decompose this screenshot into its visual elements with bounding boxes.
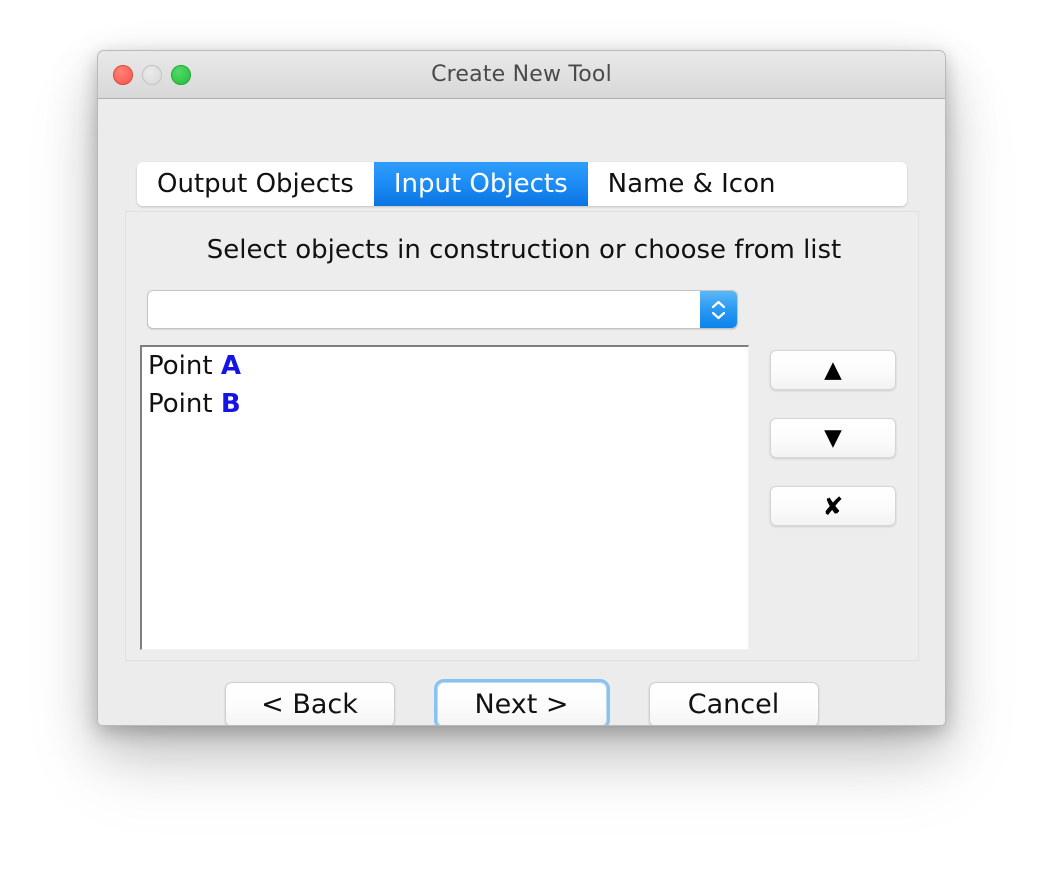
- object-combo-box[interactable]: [147, 290, 738, 329]
- tab-name-and-icon[interactable]: Name & Icon: [587, 162, 796, 206]
- chevron-up-down-icon[interactable]: [700, 291, 737, 328]
- dialog-footer: < Back Next > Cancel: [98, 679, 945, 725]
- screen: Create New Tool Output Objects Input Obj…: [0, 0, 1042, 876]
- tab-input-objects[interactable]: Input Objects: [373, 162, 588, 206]
- window-title: Create New Tool: [431, 62, 612, 87]
- selected-objects-list[interactable]: Point A Point B: [140, 345, 749, 650]
- input-objects-panel: Select objects in construction or choose…: [125, 211, 919, 661]
- window-titlebar: Create New Tool: [98, 51, 945, 99]
- instruction-label: Select objects in construction or choose…: [206, 235, 842, 265]
- remove-button[interactable]: ✘: [770, 486, 896, 526]
- x-mark-icon: ✘: [822, 491, 844, 521]
- list-item[interactable]: Point B: [142, 385, 748, 423]
- triangle-down-icon: ▼: [824, 424, 842, 451]
- list-item[interactable]: Point A: [142, 347, 748, 385]
- cancel-button[interactable]: Cancel: [648, 682, 819, 725]
- tab-output-objects[interactable]: Output Objects: [137, 162, 374, 206]
- list-item-prefix: Point: [148, 351, 221, 381]
- object-combo-input[interactable]: [148, 291, 700, 328]
- move-down-button[interactable]: ▼: [770, 418, 896, 458]
- list-action-buttons: ▲ ▼ ✘: [770, 350, 896, 554]
- dialog-window: Create New Tool Output Objects Input Obj…: [97, 50, 946, 726]
- dialog-body: Output Objects Input Objects Name & Icon…: [98, 99, 945, 725]
- list-item-object-label: A: [220, 351, 241, 381]
- list-item-object-label: B: [220, 388, 241, 419]
- next-button[interactable]: Next >: [433, 679, 610, 725]
- triangle-up-icon: ▲: [824, 356, 842, 383]
- tab-bar: Output Objects Input Objects Name & Icon: [137, 162, 907, 206]
- move-up-button[interactable]: ▲: [770, 350, 896, 390]
- back-button[interactable]: < Back: [224, 682, 395, 725]
- list-item-prefix: Point: [148, 388, 221, 419]
